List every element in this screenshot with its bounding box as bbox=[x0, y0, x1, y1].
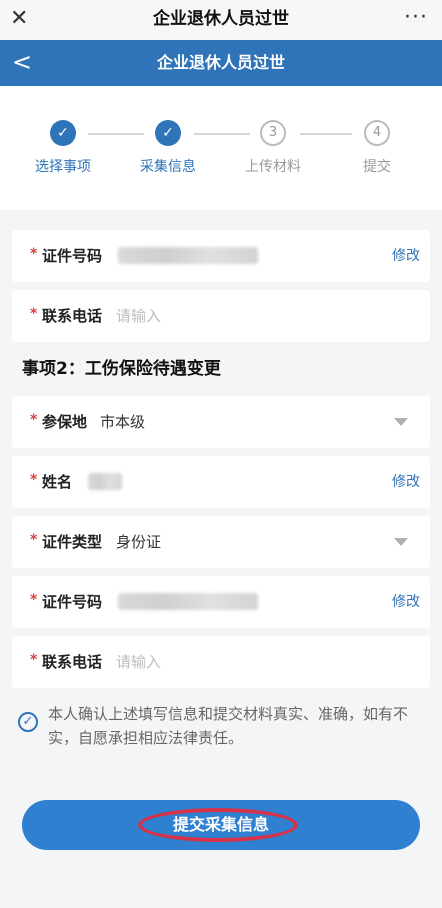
step-collect-info: ✓ 采集信息 bbox=[118, 120, 218, 176]
chevron-down-icon[interactable] bbox=[394, 418, 408, 426]
progress-steps: ✓ 选择事项 ✓ 采集信息 3 上传材料 4 提交 bbox=[0, 86, 442, 210]
redacted-value bbox=[118, 247, 258, 264]
check-icon: ✓ bbox=[50, 120, 76, 146]
required-mark: * bbox=[30, 246, 38, 262]
step-select-item: ✓ 选择事项 bbox=[13, 120, 113, 176]
step-label: 提交 bbox=[363, 159, 391, 175]
id-number-field: * 证件号码 修改 bbox=[12, 230, 430, 282]
edit-link[interactable]: 修改 bbox=[392, 576, 420, 628]
edit-link[interactable]: 修改 bbox=[392, 456, 420, 508]
more-icon[interactable]: ··· bbox=[404, 6, 428, 30]
id-type-select[interactable]: * 证件类型 身份证 bbox=[12, 516, 430, 568]
step-label: 采集信息 bbox=[140, 159, 196, 175]
nav-bar: < 企业退休人员过世 bbox=[0, 40, 442, 86]
field-label: 联系电话 bbox=[42, 653, 103, 671]
required-mark: * bbox=[30, 412, 38, 428]
section-title: 事项2：工伤保险待遇变更 bbox=[22, 359, 221, 379]
check-circle-icon[interactable]: ✓ bbox=[18, 712, 38, 732]
step-label: 选择事项 bbox=[35, 159, 91, 175]
field-label: 证件类型 bbox=[42, 533, 103, 551]
app-title: 企业退休人员过世 bbox=[153, 9, 289, 29]
highlight-annotation bbox=[138, 808, 298, 842]
step-number-4: 4 bbox=[364, 120, 390, 146]
field-label: 联系电话 bbox=[42, 307, 103, 325]
phone-field[interactable]: * 联系电话 请输入 bbox=[12, 636, 430, 688]
name-field: * 姓名 修改 bbox=[12, 456, 430, 508]
page-title: 企业退休人员过世 bbox=[156, 53, 285, 72]
field-label: 参保地 bbox=[42, 413, 88, 431]
required-mark: * bbox=[30, 532, 38, 548]
step-submit: 4 提交 bbox=[327, 120, 427, 176]
chevron-down-icon[interactable] bbox=[394, 538, 408, 546]
field-label: 证件号码 bbox=[42, 247, 103, 265]
phone-input[interactable]: 请输入 bbox=[116, 636, 161, 688]
app-title-bar: ✕ 企业退休人员过世 ··· bbox=[0, 0, 442, 40]
check-icon: ✓ bbox=[155, 120, 181, 146]
phone-field[interactable]: * 联系电话 请输入 bbox=[12, 290, 430, 342]
required-mark: * bbox=[30, 592, 38, 608]
required-mark: * bbox=[30, 472, 38, 488]
phone-input[interactable]: 请输入 bbox=[116, 290, 161, 342]
required-mark: * bbox=[30, 306, 38, 322]
step-number-3: 3 bbox=[260, 120, 286, 146]
redacted-value bbox=[118, 593, 258, 610]
required-mark: * bbox=[30, 652, 38, 668]
step-upload-materials: 3 上传材料 bbox=[223, 120, 323, 176]
field-label: 证件号码 bbox=[42, 593, 103, 611]
insured-location-select[interactable]: * 参保地 市本级 bbox=[12, 396, 430, 448]
field-label: 姓名 bbox=[42, 473, 73, 491]
edit-link[interactable]: 修改 bbox=[392, 230, 420, 282]
redacted-value bbox=[88, 473, 122, 490]
id-number-field: * 证件号码 修改 bbox=[12, 576, 430, 628]
step-label: 上传材料 bbox=[245, 159, 301, 175]
id-type-value: 身份证 bbox=[116, 533, 162, 551]
confirm-text: 本人确认上述填写信息和提交材料真实、准确，如有不实，自愿承担相应法律责任。 bbox=[48, 705, 409, 747]
insured-location-value: 市本级 bbox=[100, 413, 146, 431]
